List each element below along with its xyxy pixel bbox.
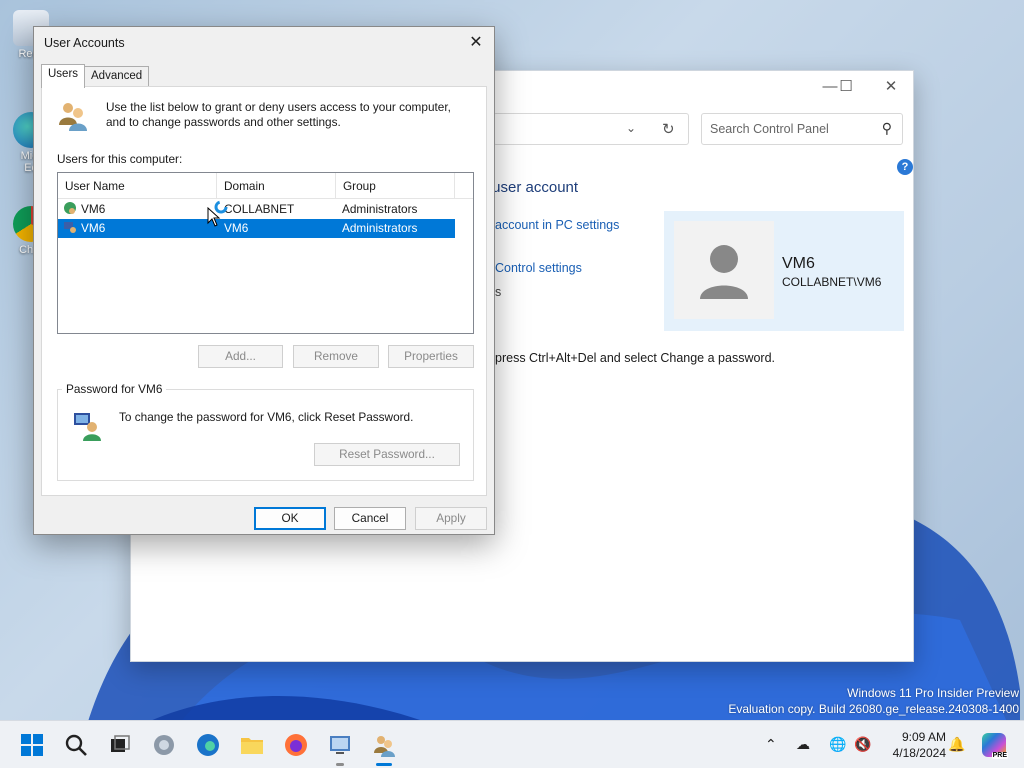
clock[interactable]: 9:09 AM 4/18/2024 [880,729,946,761]
column-group[interactable]: Group [336,173,455,198]
task-view-icon[interactable] [108,733,132,757]
active-indicator [376,763,392,766]
cell-group: Administrators [342,202,418,216]
clock-time: 9:09 AM [901,730,946,744]
users-group-icon [59,103,87,131]
taskbar: ⌃ ☁ 🌐 🔇 9:09 AM 4/18/2024 🔔 PRE [0,720,1024,768]
users-tab-panel: Use the list below to grant or deny user… [41,86,487,496]
account-card: VM6 COLLABNET\VM6 [664,211,904,331]
password-group: Password for VM6 To change the password … [57,382,474,481]
table-row-selected[interactable]: VM6 VM6 Administrators [58,219,455,238]
volume-muted-icon[interactable]: 🔇 [854,736,871,753]
remove-button[interactable]: Remove [293,345,379,368]
search-input[interactable]: Search Control Panel ⚲ [701,113,903,145]
notification-bell-icon[interactable]: 🔔 [948,736,965,753]
add-user-button[interactable]: Add... [198,345,283,368]
manage-account-link[interactable]: account in PC settings [495,218,619,232]
cell-domain: COLLABNET [224,202,295,216]
listview-header: User Name Domain Group [58,173,473,199]
cancel-button[interactable]: Cancel [334,507,406,530]
cell-domain: VM6 [224,221,249,235]
file-explorer-icon[interactable] [240,733,264,757]
widgets-icon[interactable] [152,733,176,757]
search-icon[interactable] [64,733,88,757]
user-computer-icon [74,413,101,441]
running-indicator [336,763,344,766]
page-title: r user account [483,179,579,196]
reset-password-button[interactable]: Reset Password... [314,443,460,466]
user-silhouette-icon [700,245,748,299]
domain-user-icon [64,202,76,214]
cell-user-name: VM6 [81,202,106,216]
column-domain[interactable]: Domain [217,173,336,198]
cell-user-name: VM6 [81,221,106,235]
avatar [674,221,774,319]
watermark-line-1: Windows 11 Pro Insider Preview [847,686,1019,700]
maximize-button[interactable]: ☐ [831,77,861,97]
intro-text: Use the list below to grant or deny user… [106,100,451,129]
start-icon[interactable] [20,733,44,757]
close-icon[interactable]: ✕ [464,31,488,55]
table-row[interactable]: VM6 COLLABNET Administrators [58,200,455,219]
column-user-name[interactable]: User Name [58,173,217,198]
tab-advanced[interactable]: Advanced [84,66,150,88]
local-user-icon [64,222,76,233]
user-accounts-dialog[interactable]: User Accounts ✕ Users Advanced Use the l… [33,26,495,535]
help-icon[interactable]: ? [897,159,913,175]
user-accounts-icon[interactable] [372,733,396,757]
control-panel-icon[interactable] [328,733,352,757]
apply-button[interactable]: Apply [415,507,487,530]
firefox-icon[interactable] [284,733,308,757]
edge-icon[interactable] [196,733,220,757]
password-group-legend: Password for VM6 [62,382,167,396]
dialog-title: User Accounts [44,36,125,50]
chevron-down-icon[interactable]: ⌄ [626,121,636,135]
chevron-up-icon[interactable]: ⌃ [765,736,777,753]
password-hint-text: press Ctrl+Alt+Del and select Change a p… [495,351,776,365]
watermark-line-2: Evaluation copy. Build 26080.ge_release.… [728,702,1019,716]
onedrive-offline-icon[interactable]: ☁ [796,736,810,753]
search-icon[interactable]: ⚲ [882,120,892,137]
close-button[interactable]: ✕ [876,77,906,97]
tab-users[interactable]: Users [41,64,86,88]
address-bar[interactable]: ⌄ ↻ [493,113,689,145]
hidden-link-fragment[interactable]: s [495,285,501,299]
search-placeholder: Search Control Panel [710,122,829,136]
properties-button[interactable]: Properties [388,345,474,368]
ok-button[interactable]: OK [254,507,326,530]
account-name: VM6 [782,255,815,272]
users-list-label: Users for this computer: [57,152,183,166]
cell-group: Administrators [342,221,418,235]
uac-settings-link[interactable]: Control settings [495,261,582,275]
copilot-badge: PRE [991,752,1008,759]
clock-date: 4/18/2024 [892,746,946,760]
password-instructions: To change the password for VM6, click Re… [119,410,414,424]
globe-icon[interactable]: 🌐 [829,736,846,753]
refresh-icon[interactable]: ↻ [662,120,675,138]
busy-spinner-icon [214,200,228,214]
account-domain: COLLABNET\VM6 [782,275,882,289]
copilot-icon[interactable]: PRE [982,733,1008,759]
users-listview[interactable]: User Name Domain Group VM6 COLLABNET Adm… [57,172,474,334]
